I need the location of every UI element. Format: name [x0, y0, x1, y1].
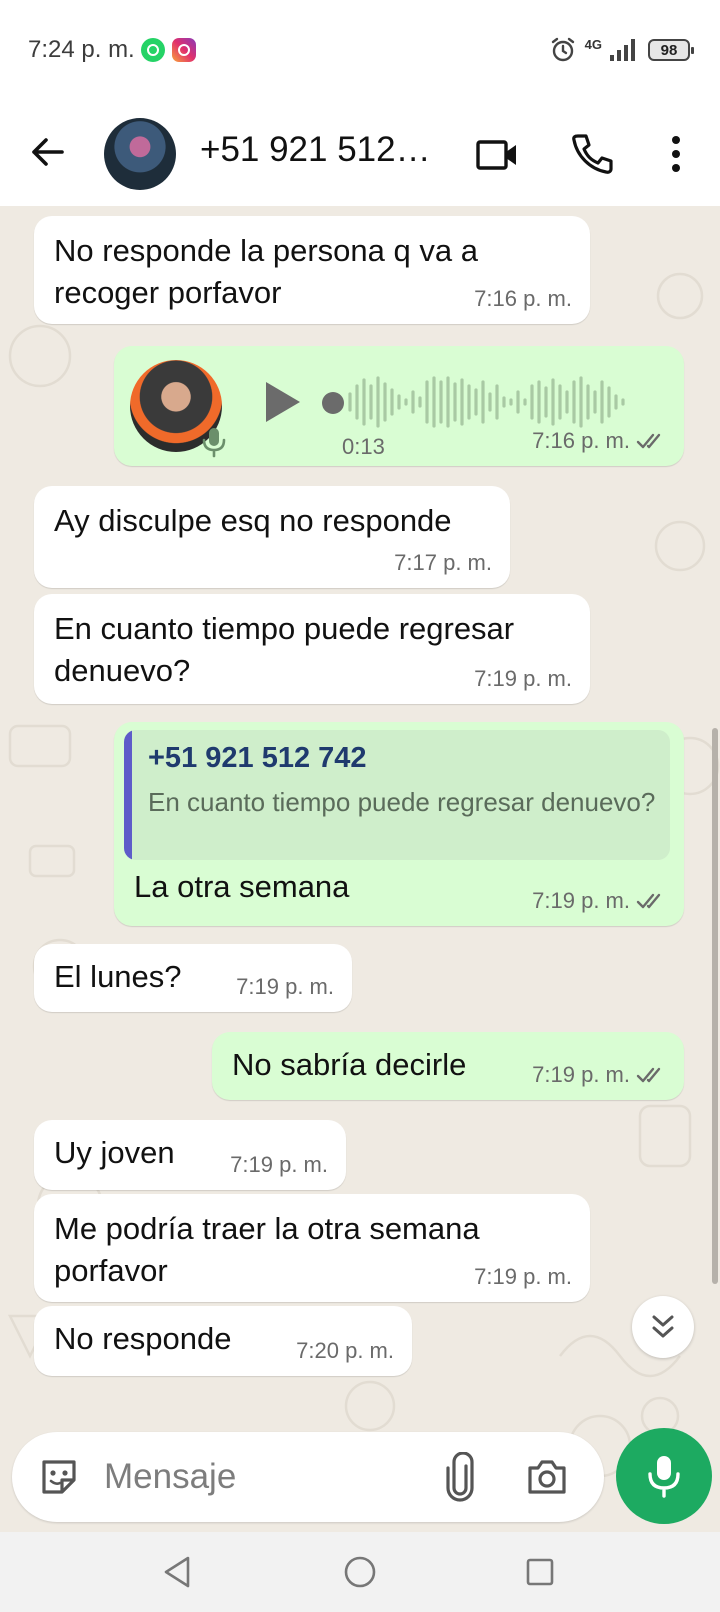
alarm-icon — [551, 37, 574, 62]
message-time: 7:19 p. m. — [230, 1152, 328, 1178]
camera-icon[interactable] — [524, 1454, 570, 1500]
message-time: 7:17 p. m. — [394, 550, 492, 576]
play-icon[interactable] — [260, 378, 304, 426]
double-check-icon — [636, 893, 661, 909]
back-arrow-icon[interactable] — [26, 130, 70, 174]
mic-icon — [202, 428, 226, 458]
status-time: 7:24 p. m. — [28, 36, 135, 63]
chevron-double-down-icon — [652, 1315, 674, 1338]
network-type: 4G — [584, 36, 602, 52]
nav-home-icon[interactable] — [340, 1552, 380, 1592]
message-time: 7:19 p. m. — [532, 888, 666, 914]
voice-duration: 0:13 — [342, 434, 385, 459]
timestamp: 7:19 p. m. — [474, 1264, 572, 1289]
message-text: La otra semana — [134, 869, 350, 904]
incoming-message[interactable]: Uy joven 7:19 p. m. — [34, 1120, 346, 1190]
system-navigation-bar — [0, 1532, 720, 1612]
message-time: 7:19 p. m. — [236, 974, 334, 1000]
voice-message[interactable]: 0:13 7:16 p. m. — [114, 346, 684, 466]
chat-area[interactable]: No responde la persona q va a recoger po… — [0, 206, 720, 1532]
timestamp: 7:19 p. m. — [230, 1152, 328, 1177]
scrollbar[interactable] — [712, 728, 718, 1284]
status-bar: 7:24 p. m. 4G 98 — [0, 0, 720, 100]
message-composer[interactable] — [12, 1432, 604, 1522]
incoming-message[interactable]: En cuanto tiempo puede regresar denuevo?… — [34, 594, 590, 704]
incoming-message[interactable]: No responde la persona q va a recoger po… — [34, 216, 590, 324]
outgoing-reply-message[interactable]: +51 921 512 742 En cuanto tiempo puede r… — [114, 722, 684, 926]
message-input[interactable] — [104, 1452, 404, 1502]
incoming-message[interactable]: Ay disculpe esq no responde 7:17 p. m. — [34, 486, 510, 588]
message-time: 7:19 p. m. — [532, 1062, 666, 1088]
status-icons: 4G 98 — [549, 36, 694, 64]
outgoing-message[interactable]: No sabría decirle 7:19 p. m. — [212, 1032, 684, 1100]
message-time: 7:16 p. m. — [474, 286, 572, 312]
video-call-icon[interactable] — [474, 130, 522, 178]
paperclip-icon[interactable] — [440, 1452, 480, 1502]
message-time: 7:20 p. m. — [296, 1338, 394, 1364]
double-check-icon — [636, 1067, 661, 1083]
phone-icon[interactable] — [568, 130, 616, 178]
timestamp: 7:20 p. m. — [296, 1338, 394, 1363]
sticker-icon[interactable] — [36, 1454, 82, 1500]
quote-author: +51 921 512 742 — [148, 742, 367, 774]
timestamp: 7:17 p. m. — [394, 550, 492, 575]
more-vert-icon[interactable] — [652, 130, 700, 178]
timestamp: 7:19 p. m. — [532, 1062, 630, 1087]
contact-name[interactable]: +51 921 512 742 — [200, 130, 440, 170]
timestamp: 7:16 p. m. — [474, 286, 572, 311]
battery-indicator: 98 — [648, 39, 694, 61]
incoming-message[interactable]: El lunes? 7:19 p. m. — [34, 944, 352, 1012]
timestamp: 7:16 p. m. — [532, 428, 630, 453]
playback-handle[interactable] — [322, 392, 344, 414]
timestamp: 7:19 p. m. — [236, 974, 334, 999]
message-time: 7:19 p. m. — [474, 666, 572, 692]
incoming-message[interactable]: No responde 7:20 p. m. — [34, 1306, 412, 1376]
instagram-notification-icon — [172, 38, 196, 62]
chat-header: +51 921 512 742 — [0, 100, 720, 206]
whatsapp-notification-icon — [141, 38, 165, 62]
nav-back-icon[interactable] — [158, 1552, 198, 1592]
double-check-icon — [636, 433, 661, 449]
incoming-message[interactable]: Me podría traer la otra semana porfavor … — [34, 1194, 590, 1302]
message-time: 7:16 p. m. — [532, 428, 666, 454]
contact-avatar[interactable] — [104, 118, 176, 190]
quote-bar — [124, 730, 132, 860]
mic-icon — [648, 1456, 680, 1498]
scroll-to-bottom-button[interactable] — [632, 1296, 694, 1358]
waveform[interactable] — [346, 372, 636, 432]
quoted-message[interactable]: +51 921 512 742 En cuanto tiempo puede r… — [124, 730, 670, 860]
nav-recents-icon[interactable] — [520, 1552, 560, 1592]
voice-record-button[interactable] — [616, 1428, 712, 1524]
message-text: Ay disculpe esq no responde — [54, 503, 452, 538]
message-time: 7:19 p. m. — [474, 1264, 572, 1290]
timestamp: 7:19 p. m. — [532, 888, 630, 913]
signal-icon — [610, 39, 635, 61]
quote-text: En cuanto tiempo puede regresar denuevo? — [148, 787, 656, 817]
timestamp: 7:19 p. m. — [474, 666, 572, 691]
